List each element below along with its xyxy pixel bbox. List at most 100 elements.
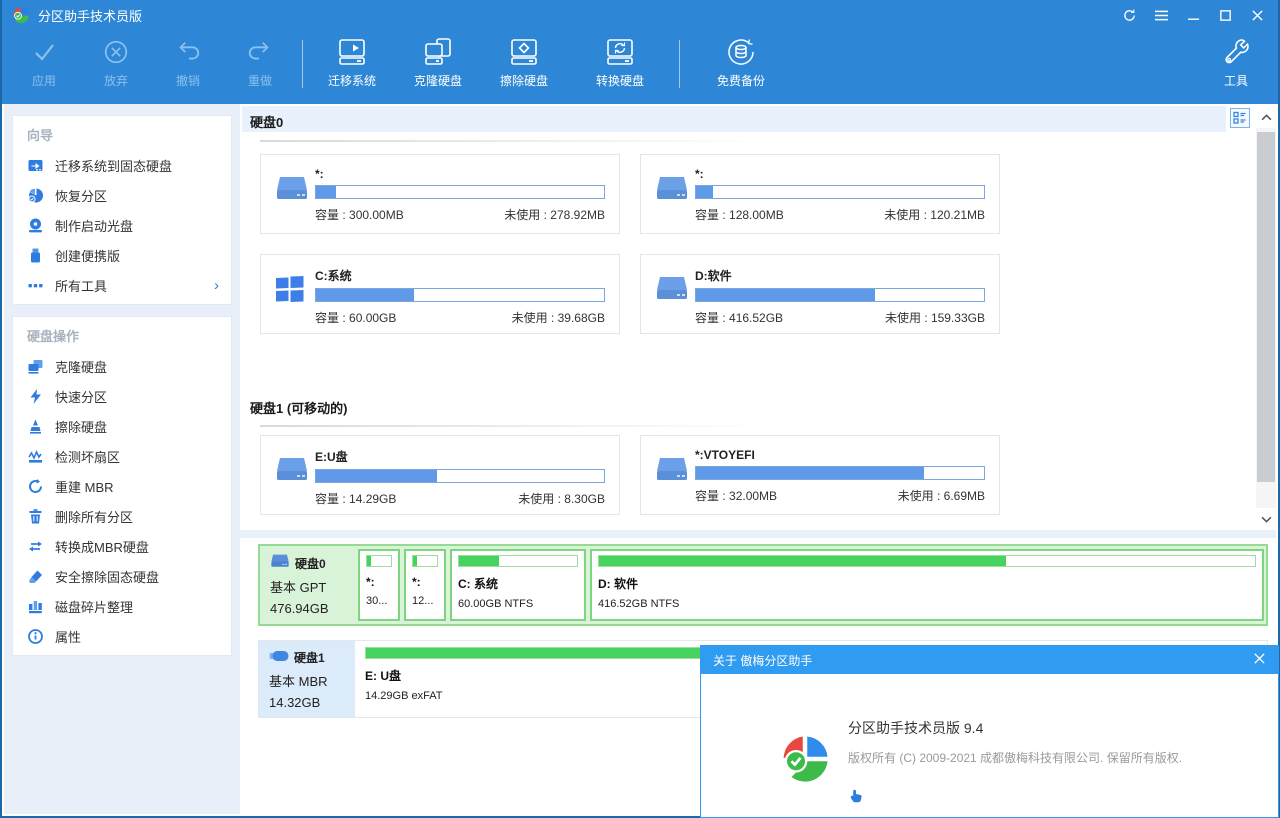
sidebar-item-label: 快速分区 [55,387,107,406]
maximize-button[interactable] [1216,6,1234,24]
disk0-info: 硬盘0 基本 GPT 476.94GB [260,546,356,624]
refresh-icon[interactable] [1120,6,1138,24]
sidebar-item-wipe-disk[interactable]: 擦除硬盘 [13,411,231,441]
convert-disk-icon [603,34,637,70]
drive-icon [655,167,695,233]
sidebar-item-convert-mbr[interactable]: 转换成MBR硬盘 [13,531,231,561]
partition-card-d[interactable]: D:软件 容量 : 416.52GB 未使用 : 159.33GB [640,254,1000,334]
sidebar-item-label: 重建 MBR [55,477,114,496]
sidebar-item-portable[interactable]: 创建便携版 [13,240,231,270]
sidebar-item-all-tools[interactable]: 所有工具 › [13,270,231,300]
diskmap-partition[interactable]: *: 30... [358,549,400,621]
undo-button[interactable]: 撤销 [152,34,224,96]
convert-disk-button[interactable]: 转换硬盘 [577,34,663,96]
portable-usb-icon [27,247,44,264]
convert-mbr-icon [27,538,44,555]
aomei-logo-icon [778,732,832,791]
sidebar-item-label: 检测坏扇区 [55,447,120,466]
minimize-button[interactable] [1184,6,1202,24]
sidebar-item-label: 安全擦除固态硬盘 [55,567,159,586]
capacity-text: 容量 : 60.00GB [315,309,396,326]
sidebar: 向导 迁移系统到固态硬盘 恢复分区 制 [4,104,240,814]
disk-overview-region: 硬盘0 *: 容量 : 300.00MB 未使用 : 27 [240,106,1276,515]
unused-text: 未使用 : 6.69MB [898,487,985,504]
recover-partition-icon [27,187,44,204]
usage-bar [695,185,985,199]
partition-name: *:VTOYEFI [695,448,985,462]
disk1-cards: E:U盘 容量 : 14.29GB 未使用 : 8.30GB [260,435,1276,515]
unused-text: 未使用 : 278.92MB [504,206,605,223]
app-window: 分区助手技术员版 [0,0,1280,818]
separator-line [260,140,770,142]
drive-icon [275,167,315,233]
diskmap-row-disk0[interactable]: 硬盘0 基本 GPT 476.94GB *: 30... *: 12... [258,544,1268,626]
redo-arrow-icon [246,34,274,70]
redo-button[interactable]: 重做 [224,34,296,96]
sidebar-item-bad-sectors[interactable]: 检测坏扇区 [13,441,231,471]
toolbar-separator [302,40,303,88]
sidebar-item-clone-disk[interactable]: 克隆硬盘 [13,351,231,381]
partition-card-c[interactable]: C:系统 容量 : 60.00GB 未使用 : 39.68GB [260,254,620,334]
scroll-down-arrow[interactable] [1256,508,1276,530]
toolbar: 应用 放弃 撤销 重做 [2,30,1278,104]
sidebar-item-defrag[interactable]: 磁盘碎片整理 [13,591,231,621]
sidebar-item-quick-partition[interactable]: 快速分区 [13,381,231,411]
sidebar-item-boot-disc[interactable]: 制作启动光盘 [13,210,231,240]
unused-text: 未使用 : 8.30GB [518,490,605,507]
undo-arrow-icon [174,34,202,70]
partition-card-vtoyefi[interactable]: *:VTOYEFI 容量 : 32.00MB 未使用 : 6.69MB [640,435,1000,515]
sidebar-item-properties[interactable]: 属性 [13,621,231,651]
hand-pointer-icon[interactable] [848,788,864,809]
capacity-text: 容量 : 416.52GB [695,309,783,326]
discard-circle-x-icon [102,34,130,70]
sidebar-item-label: 创建便携版 [55,246,120,265]
partition-card[interactable]: *: 容量 : 128.00MB 未使用 : 120.21MB [640,154,1000,234]
sidebar-item-label: 属性 [55,627,81,646]
vertical-scrollbar[interactable] [1256,106,1276,530]
partition-card[interactable]: *: 容量 : 300.00MB 未使用 : 278.92MB [260,154,620,234]
sidebar-item-label: 所有工具 [55,276,107,295]
sidebar-group-title: 向导 [13,116,231,150]
apply-button[interactable]: 应用 [8,34,80,96]
drive-icon [270,554,290,572]
copyright-text: 版权所有 (C) 2009-2021 成都傲梅科技有限公司. 保留所有版权. [848,749,1182,766]
titlebar: 分区助手技术员版 [2,0,1278,30]
migrate-os-button[interactable]: 迁移系统 [309,34,395,96]
wipe-disk-button[interactable]: 擦除硬盘 [481,34,567,96]
diskmap-partition-d[interactable]: D: 软件 416.52GB NTFS [590,549,1264,621]
sidebar-item-label: 删除所有分区 [55,507,133,526]
partition-card-e[interactable]: E:U盘 容量 : 14.29GB 未使用 : 8.30GB [260,435,620,515]
sidebar-item-label: 恢复分区 [55,186,107,205]
sidebar-group-title: 硬盘操作 [13,317,231,351]
sidebar-item-rebuild-mbr[interactable]: 重建 MBR [13,471,231,501]
menu-icon[interactable] [1152,6,1170,24]
usage-bar [315,288,605,302]
sidebar-item-secure-erase[interactable]: 安全擦除固态硬盘 [13,561,231,591]
tools-button[interactable]: 工具 [1208,34,1264,96]
discard-button[interactable]: 放弃 [80,34,152,96]
sidebar-item-recover-partition[interactable]: 恢复分区 [13,180,231,210]
drive-icon [275,448,315,514]
scroll-up-arrow[interactable] [1256,106,1276,128]
partition-name: C:系统 [315,267,605,284]
migrate-os-disk-icon [335,34,369,70]
sidebar-item-migrate-ssd[interactable]: 迁移系统到固态硬盘 [13,150,231,180]
diskmap-partition-c[interactable]: C: 系统 60.00GB NTFS [450,549,586,621]
usage-bar [695,466,985,480]
toolbar-separator [679,40,680,88]
window-title: 分区助手技术员版 [38,6,142,25]
dialog-close-icon[interactable] [1253,652,1266,669]
unused-text: 未使用 : 159.33GB [885,309,985,326]
close-button[interactable] [1248,6,1266,24]
sidebar-item-delete-partitions[interactable]: 删除所有分区 [13,501,231,531]
secure-erase-icon [27,568,44,585]
sidebar-item-label: 迁移系统到固态硬盘 [55,156,172,175]
disk0-cards: *: 容量 : 300.00MB 未使用 : 278.92MB [260,154,1276,334]
free-backup-button[interactable]: 免费备份 [698,34,784,96]
clone-disk-button[interactable]: 克隆硬盘 [395,34,481,96]
diskmap-partition[interactable]: *: 12... [404,549,446,621]
scrollbar-thumb[interactable] [1257,132,1275,482]
wrench-icon [1222,34,1250,70]
view-toggle-button[interactable] [1230,108,1250,128]
quick-partition-icon [27,388,44,405]
